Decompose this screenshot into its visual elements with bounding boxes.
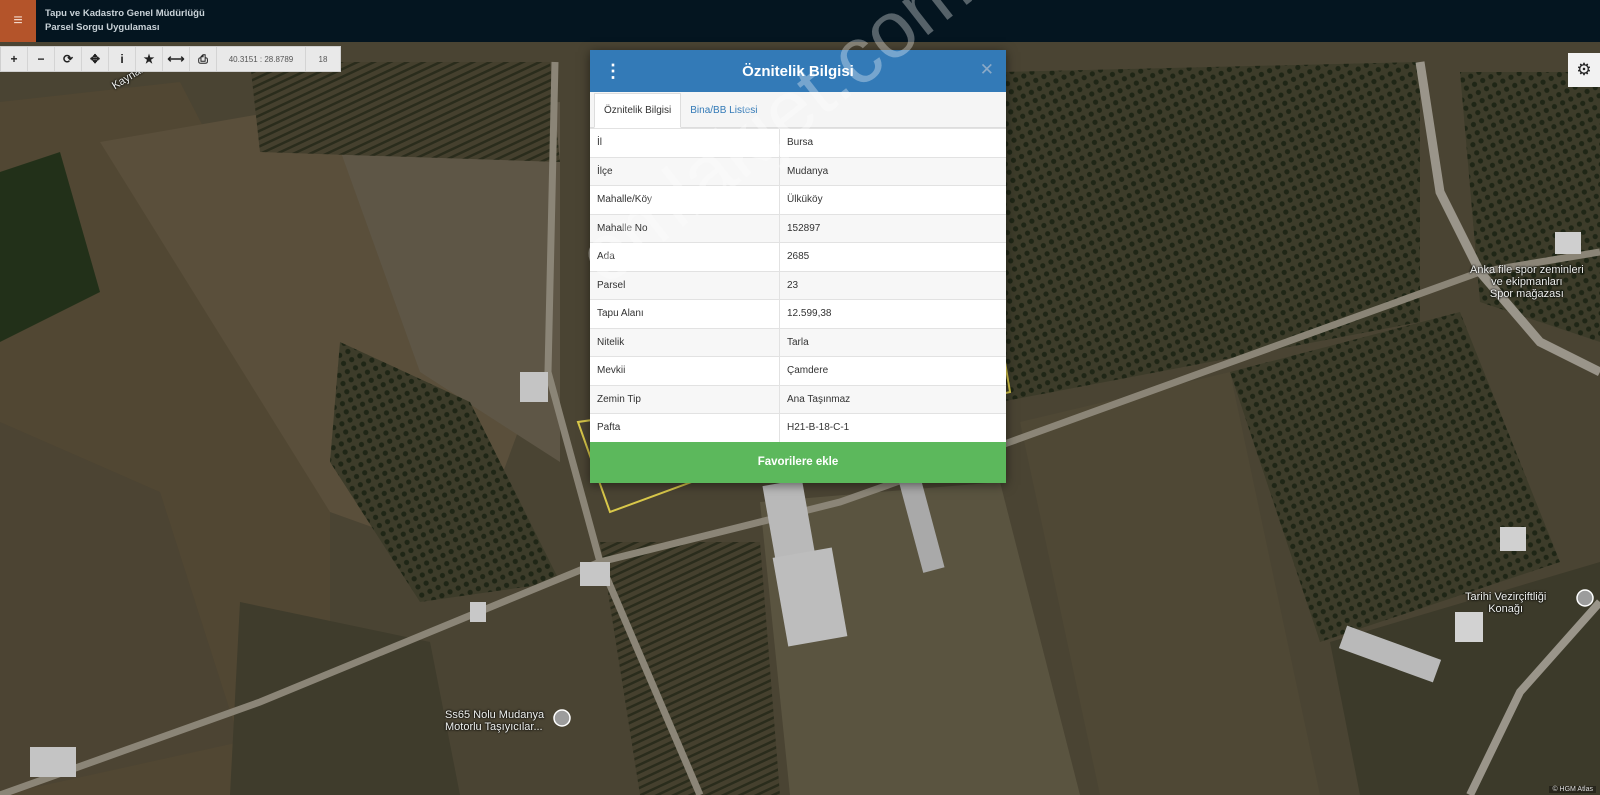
hamburger-menu-button[interactable]: ≡ (0, 0, 36, 42)
map-label-sports[interactable]: Anka file spor zeminleri ve ekipmanları … (1470, 264, 1584, 300)
table-row: Mahalle/Köy Ülküköy (590, 185, 1006, 214)
row-value: 152897 (779, 213, 1006, 243)
row-key: Nitelik (590, 327, 780, 357)
map-label-history[interactable]: Tarihi Vezirçiftliği Konağı (1465, 591, 1546, 615)
row-value: Ana Taşınmaz (779, 384, 1006, 414)
row-value: Tarla (779, 327, 1006, 357)
ruler-icon: ⟷ (167, 52, 185, 66)
map-label-transport-1: Ss65 Nolu Mudanya (445, 709, 545, 721)
table-row: Parsel 23 (590, 270, 1006, 300)
map-label-history-1: Tarihi Vezirçiftliği (1465, 591, 1547, 603)
row-key: Mahalle/Köy (590, 185, 780, 214)
zoom-level: 18 (318, 54, 328, 64)
row-value: Bursa (779, 128, 1006, 157)
refresh-icon: ⟳ (62, 52, 74, 66)
measure-button[interactable]: ⟷ (163, 47, 190, 71)
map-label-transport-2: Motorlu Taşıyıcılar... (445, 721, 543, 733)
table-row: Ada 2685 (590, 242, 1006, 271)
table-row: Zemin Tip Ana Taşınmaz (590, 384, 1006, 414)
row-key: Parsel (590, 270, 780, 300)
row-key: İl (590, 128, 780, 157)
minus-icon: − (37, 52, 45, 66)
map-label-sports-1: Anka file spor zeminleri (1470, 264, 1584, 276)
row-key: Tapu Alanı (590, 299, 780, 328)
coordinate-readout: 40.3151 : 28.8789 (217, 47, 306, 71)
gear-icon: ⚙ (1576, 60, 1592, 79)
refresh-button[interactable]: ⟳ (55, 47, 82, 71)
row-value: 12.599,38 (779, 299, 1006, 328)
row-key: Mahalle No (590, 213, 780, 243)
row-value: Çamdere (779, 356, 1006, 385)
favorites-button[interactable]: ★ (136, 47, 163, 71)
row-key: Zemin Tip (590, 384, 780, 414)
table-row: Nitelik Tarla (590, 327, 1006, 357)
print-button[interactable]: ⎙ (190, 47, 217, 71)
zoom-in-button[interactable]: + (1, 47, 28, 71)
crosshair-icon: ✥ (89, 52, 101, 66)
row-key: Pafta (590, 413, 780, 442)
table-row: İlçe Mudanya (590, 156, 1006, 186)
map-attribution: © HGM Atlas (1549, 786, 1596, 793)
dialog-title: Öznitelik Bilgisi (742, 62, 854, 80)
row-value: 2685 (779, 242, 1006, 271)
close-icon[interactable]: ✕ (980, 60, 994, 80)
row-key: Mevkii (590, 356, 780, 385)
map-label-sports-3: Spor mağazası (1489, 288, 1564, 300)
table-row: Mevkii Çamdere (590, 356, 1006, 385)
map-label-sports-2: ve ekipmanları (1491, 276, 1563, 288)
table-row: İl Bursa (590, 128, 1006, 157)
app-title: Tapu ve Kadastro Genel Müdürlüğü Parsel … (45, 7, 205, 35)
settings-button[interactable]: ⚙ (1568, 53, 1600, 87)
app-header: ≡ Tapu ve Kadastro Genel Müdürlüğü Parse… (0, 0, 1600, 42)
tab-attribute-info[interactable]: Öznitelik Bilgisi (594, 93, 682, 128)
info-button[interactable]: i (109, 47, 136, 71)
dialog-tabs: Öznitelik Bilgisi Bina/BB Listesi (590, 92, 1006, 128)
attribute-table: İl Bursa İlçe Mudanya Mahalle/Köy Ülküköy M… (590, 128, 1006, 442)
print-icon: ⎙ (198, 51, 208, 66)
hamburger-icon: ≡ (13, 12, 23, 29)
app-title-line2: Parsel Sorgu Uygulaması (45, 22, 160, 33)
locate-button[interactable]: ✥ (82, 47, 109, 71)
row-value: Mudanya (779, 156, 1006, 186)
plus-icon: + (10, 52, 18, 66)
app-title-line1: Tapu ve Kadastro Genel Müdürlüğü (45, 8, 205, 19)
kebab-menu-icon[interactable]: ⋮ (604, 61, 622, 81)
row-key: İlçe (590, 156, 780, 186)
row-value: 23 (779, 270, 1006, 300)
table-row: Tapu Alanı 12.599,38 (590, 299, 1006, 328)
attribute-dialog: ⋮ Öznitelik Bilgisi ✕ Öznitelik Bilgisi … (590, 50, 1006, 483)
table-row: Pafta H21-B-18-C-1 (590, 413, 1006, 442)
map-label-transport[interactable]: Ss65 Nolu Mudanya Motorlu Taşıyıcılar... (445, 709, 544, 733)
tab-building-list[interactable]: Bina/BB Listesi (681, 94, 766, 127)
info-icon: i (120, 52, 124, 66)
table-row: Mahalle No 152897 (590, 213, 1006, 243)
zoom-out-button[interactable]: − (28, 47, 55, 71)
row-key: Ada (590, 242, 780, 271)
map-label-history-2: Konağı (1488, 603, 1524, 615)
map-toolbar: + − ⟳ ✥ i ★ ⟷ ⎙ 40.3151 : 28.8789 18 (0, 46, 341, 72)
row-value: H21-B-18-C-1 (779, 413, 1006, 442)
row-value: Ülküköy (779, 185, 1006, 214)
dialog-header: ⋮ Öznitelik Bilgisi ✕ (590, 50, 1006, 92)
add-favorite-button[interactable]: Favorilere ekle (590, 441, 1006, 483)
star-icon: ★ (143, 52, 155, 66)
